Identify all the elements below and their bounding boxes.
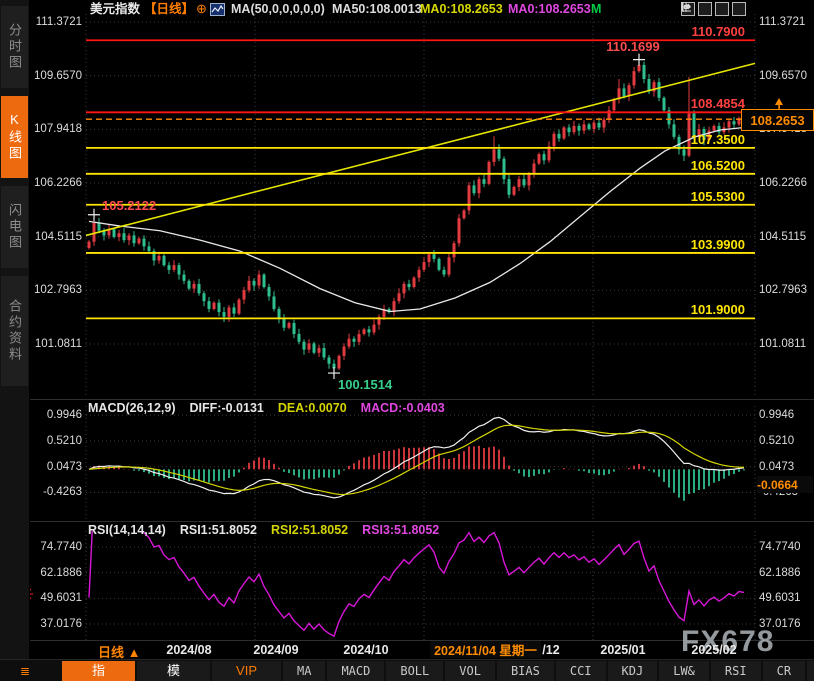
indicator-tab-5[interactable]: MACD (327, 661, 384, 681)
indicator-tab-2[interactable]: 模板 (137, 661, 210, 681)
instrument-title: 美元指数 (90, 2, 140, 17)
indicator-tab-1[interactable]: 指标 (62, 661, 135, 681)
axis-tick-label: 62.1886 (759, 567, 801, 579)
axis-zoom-in-icon[interactable] (698, 2, 712, 16)
ma-settings-readout: MA(50,0,0,0,0,0) (231, 2, 325, 17)
x-axis-label: 2025/02 (691, 643, 736, 657)
axis-tick-label: 111.3721 (30, 16, 82, 28)
axis-tick-label: 62.1886 (30, 567, 82, 579)
axis-tick-label: 109.6570 (759, 70, 807, 82)
indicator-tab-11[interactable]: LW& (659, 661, 709, 681)
indicator-tab-12[interactable]: RSI (711, 661, 761, 681)
indicator-tab-13[interactable]: CR (763, 661, 805, 681)
axis-tick-label: 107.9418 (30, 123, 82, 135)
x-axis-label: 2024/09 (253, 643, 298, 657)
macd-dea-readout: DEA:0.0070 (278, 401, 347, 415)
price-annotation: 110.1699 (606, 39, 660, 54)
axis-tick-label: 104.5115 (30, 231, 82, 243)
axis-tick-label: 0.5210 (30, 435, 82, 447)
level-line-label: 108.4854 (691, 96, 745, 111)
indicator-tab-3[interactable]: VIP指标 (212, 661, 281, 681)
axis-tick-label: 109.6570 (30, 70, 82, 82)
indicator-tab-10[interactable]: KDJ (608, 661, 658, 681)
level-line-label: 103.9900 (691, 237, 745, 252)
macd-diff-readout: DIFF:-0.0131 (190, 401, 264, 415)
axis-tick-label: 106.2266 (759, 177, 807, 189)
rsi2-readout: RSI2:51.8052 (271, 523, 348, 537)
axis-tick-label: 74.7740 (30, 541, 82, 553)
level-line-label: 105.5300 (691, 189, 745, 204)
rsi-params: RSI(14,14,14) (88, 523, 166, 537)
mini-chart-icon[interactable] (210, 3, 225, 18)
level-line-label: 106.5200 (691, 158, 745, 173)
ma0-secondary-readout: MA0:108.2653 (508, 2, 591, 17)
indicator-tab-7[interactable]: VOL (445, 661, 495, 681)
indicator-tab-4[interactable]: MA (283, 661, 325, 681)
toolbar-corner-icon[interactable]: ≣ (20, 664, 30, 678)
left-sidebar: 分时图 K线图闪电图合约资料 (0, 0, 30, 681)
indicator-tab-14[interactable]: PSY (807, 661, 814, 681)
chart-toolbar-buttons (681, 2, 746, 16)
x-axis-label: 2024/08 (166, 643, 211, 657)
add-indicator-icon[interactable]: ⊕ (196, 1, 207, 16)
indicator-toolbar: 指标模板VIP指标MAMACDBOLLVOLBIASCCIKDJLW&RSICR… (0, 659, 814, 681)
x-axis-label: 2024/10 (343, 643, 388, 657)
x-axis-label: /12 (542, 643, 559, 657)
axis-tick-label: 102.7963 (759, 284, 807, 296)
axis-tick-label: 74.7740 (759, 541, 801, 553)
axis-tick-label: -0.4263 (30, 486, 82, 498)
axis-tick-label: 102.7963 (30, 284, 82, 296)
sidebar-tab-4[interactable]: 合约资料 (1, 276, 28, 386)
level-line-label: 110.7900 (691, 24, 745, 39)
indicator-tab-9[interactable]: CCI (556, 661, 606, 681)
price-up-arrow-icon (772, 97, 788, 111)
macd-current-value-box: -0.0664 (757, 476, 813, 493)
sidebar-tab-1[interactable]: 分时图 (1, 6, 28, 88)
axis-tick-label: 104.5115 (759, 231, 806, 243)
level-line-label: 107.3500 (691, 132, 745, 147)
axis-tick-label: 0.0473 (30, 461, 82, 473)
crosshair-date-tooltip: 2024/11/04 星期一 (430, 641, 541, 658)
axis-tick-label: 37.0176 (30, 618, 82, 630)
axis-zoom-out-icon[interactable] (715, 2, 729, 16)
axis-tick-label: 101.0811 (759, 338, 806, 350)
rsi-header: RSI(14,14,14) RSI1:51.8052 RSI2:51.8052 RSI… (88, 523, 453, 537)
indicator-tabs: 指标模板VIP指标MAMACDBOLLVOLBIASCCIKDJLW&RSICR… (62, 661, 814, 681)
price-annotation: 105.2122 (102, 198, 156, 213)
axis-tick-label: 0.5210 (759, 435, 794, 447)
axis-reset-icon[interactable] (732, 2, 746, 16)
indicator-tab-8[interactable]: BIAS (497, 661, 554, 681)
price-annotation: 100.1514 (338, 377, 392, 392)
level-line-label: 101.9000 (691, 302, 745, 317)
sidebar-tab-3[interactable]: 闪电图 (1, 186, 28, 268)
macd-header: MACD(26,12,9) DIFF:-0.0131 DEA:0.0070 MACD:… (88, 401, 459, 415)
axis-tick-label: 0.9946 (759, 409, 794, 421)
axis-tick-label: 106.2266 (30, 177, 82, 189)
macd-readout: MACD:-0.0403 (361, 401, 445, 415)
chart-application-window: FX678 分时图K线图闪电图合约资料 美元指数 【日线】 ⊕ MA(50,0,… (0, 0, 814, 681)
axis-tick-label: 49.6031 (759, 592, 801, 604)
rsi1-readout: RSI1:51.8052 (180, 523, 257, 537)
axis-tick-label: 101.0811 (30, 338, 82, 350)
axis-tick-label: 111.3721 (759, 16, 805, 28)
m-readout: M (591, 2, 601, 17)
axis-tick-label: 0.0473 (759, 461, 794, 473)
ma50-readout: MA50:108.0013 (332, 2, 422, 17)
period-tag[interactable]: 【日线】 (144, 2, 194, 17)
ma0-primary-readout: MA0:108.2653 (420, 2, 503, 17)
macd-params: MACD(26,12,9) (88, 401, 176, 415)
indicator-tab-6[interactable]: BOLL (386, 661, 443, 681)
axis-tick-label: 49.6031 (30, 592, 82, 604)
axis-tick-label: 0.9946 (30, 409, 82, 421)
rsi3-readout: RSI3:51.8052 (362, 523, 439, 537)
axis-tick-label: 37.0176 (759, 618, 801, 630)
sidebar-tab-2[interactable]: K线图 (1, 96, 28, 178)
x-axis-label: 2025/01 (600, 643, 645, 657)
current-price-box: 108.2653 (741, 109, 814, 131)
